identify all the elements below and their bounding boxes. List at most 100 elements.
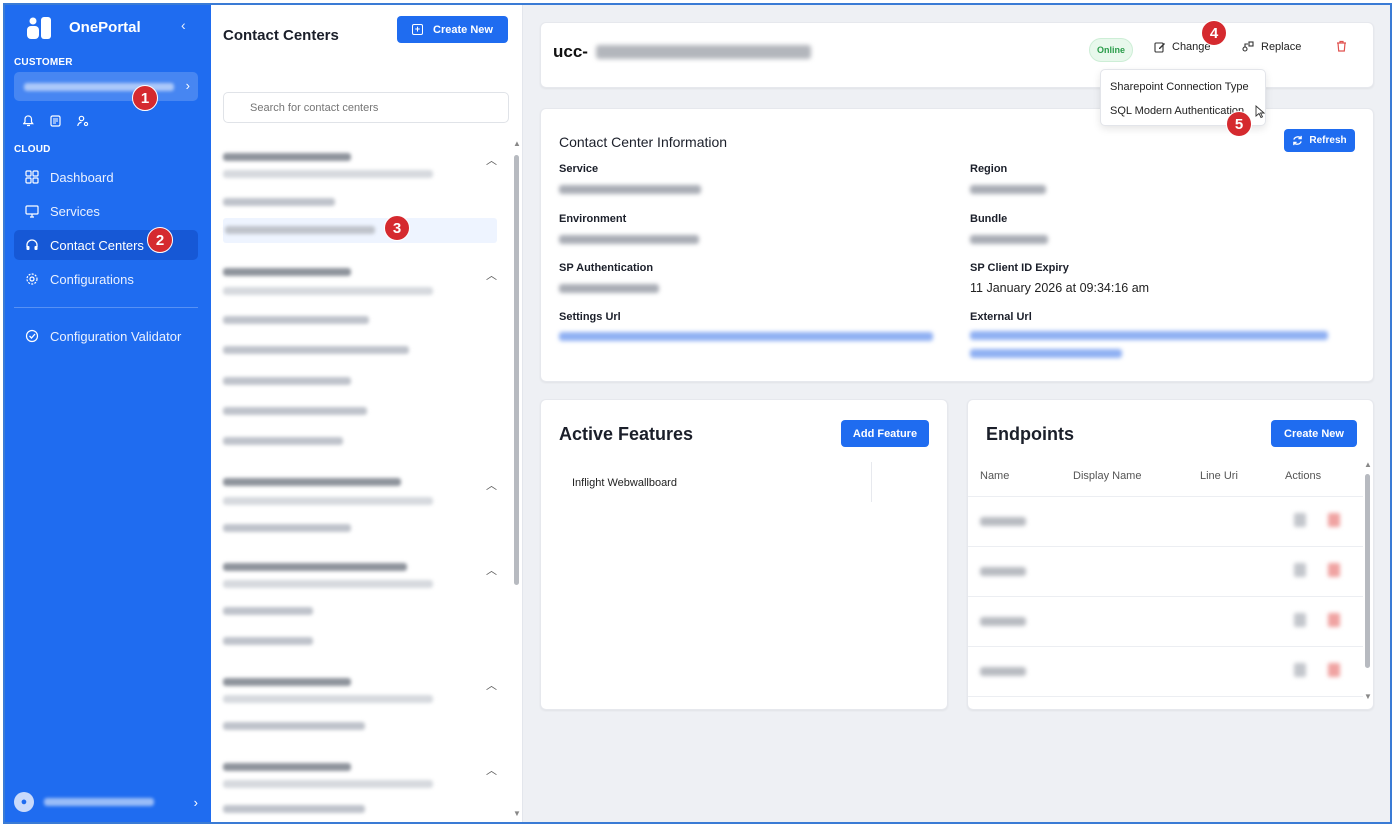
- feature-item[interactable]: Inflight Webwallboard: [572, 477, 677, 489]
- external-url-label: External Url: [970, 311, 1032, 323]
- sp-authentication-label: SP Authentication: [559, 262, 654, 274]
- region-value-redacted: [970, 185, 1046, 194]
- change-button[interactable]: Change: [1154, 41, 1211, 53]
- list-group[interactable]: ︿: [223, 560, 497, 650]
- menu-item-sharepoint-connection-type[interactable]: Sharepoint Connection Type: [1110, 81, 1249, 93]
- oneportal-logo: [27, 17, 51, 39]
- status-badge: Online: [1089, 38, 1133, 62]
- chevron-up-icon[interactable]: ︿: [486, 562, 497, 578]
- table-row[interactable]: [968, 546, 1363, 592]
- menu-item-sql-modern-authentication[interactable]: SQL Modern Authentication: [1110, 105, 1244, 117]
- list-group[interactable]: ︿: [223, 475, 497, 535]
- gear-icon: [26, 273, 38, 285]
- step-marker: 1: [132, 85, 158, 111]
- search-contact-centers-input[interactable]: [223, 92, 509, 123]
- collapse-sidebar-icon[interactable]: ‹: [181, 17, 186, 33]
- service-label: Service: [559, 163, 599, 175]
- nav-configurations[interactable]: Configurations: [14, 264, 198, 294]
- delete-endpoint-icon[interactable]: [1328, 513, 1340, 527]
- sp-authentication-value-redacted: [559, 284, 659, 293]
- app-window: OnePortal ‹ CUSTOMER › CLOUD Dashboard S…: [3, 3, 1392, 824]
- chevron-up-icon[interactable]: ︿: [486, 267, 497, 283]
- info-title: Contact Center Information: [559, 134, 728, 150]
- edit-endpoint-icon[interactable]: [1294, 513, 1306, 527]
- endpoint-name-redacted: [980, 567, 1026, 576]
- settings-url-label: Settings Url: [559, 311, 621, 323]
- active-features-card: Active Features Add Feature Inflight Web…: [540, 399, 948, 710]
- step-marker: 2: [147, 227, 173, 253]
- table-row[interactable]: [968, 646, 1363, 692]
- refresh-label: Refresh: [1309, 135, 1347, 146]
- customer-selector[interactable]: ›: [14, 72, 198, 101]
- customer-quick-actions: [23, 115, 89, 127]
- add-feature-button[interactable]: Add Feature: [841, 420, 929, 447]
- avatar: ●: [14, 792, 34, 812]
- table-row[interactable]: [968, 696, 1363, 709]
- bundle-value-redacted: [970, 235, 1048, 244]
- replace-button[interactable]: Replace: [1242, 41, 1301, 53]
- bell-icon[interactable]: [23, 115, 34, 127]
- list-group[interactable]: ︿: [223, 265, 497, 445]
- endpoint-name-redacted: [980, 667, 1026, 676]
- nav-label: Dashboard: [50, 169, 114, 185]
- region-label: Region: [970, 163, 1008, 175]
- feature-divider: [871, 462, 872, 502]
- external-url-link-continued[interactable]: [970, 349, 1122, 358]
- contact-center-name-redacted: [596, 45, 811, 59]
- trash-icon[interactable]: [1336, 40, 1347, 52]
- endpoints-scrollbar[interactable]: ▲ ▼: [1364, 460, 1372, 708]
- edit-endpoint-icon[interactable]: [1294, 563, 1306, 577]
- list-item-selected[interactable]: [223, 218, 497, 243]
- endpoints-title: Endpoints: [986, 424, 1074, 444]
- column-header-line-uri[interactable]: Line Uri: [1200, 470, 1238, 482]
- list-scrollbar[interactable]: ▲ ▼: [513, 139, 521, 818]
- nav-dashboard[interactable]: Dashboard: [14, 162, 198, 192]
- list-group[interactable]: ︿: [223, 675, 497, 735]
- create-new-endpoint-button[interactable]: Create New: [1271, 420, 1357, 447]
- contact-center-list-panel: Contact Centers + Create New ︿ ︿: [211, 5, 523, 822]
- environment-value-redacted: [559, 235, 699, 244]
- edit-endpoint-icon[interactable]: [1294, 613, 1306, 627]
- endpoint-name-redacted: [980, 517, 1026, 526]
- chevron-up-icon[interactable]: ︿: [486, 677, 497, 693]
- delete-endpoint-icon[interactable]: [1328, 563, 1340, 577]
- document-icon[interactable]: [50, 115, 61, 127]
- edit-endpoint-icon[interactable]: [1294, 663, 1306, 677]
- chevron-right-icon: ›: [185, 78, 190, 93]
- user-settings-icon[interactable]: [77, 115, 89, 127]
- chevron-up-icon[interactable]: ︿: [486, 477, 497, 493]
- chevron-up-icon[interactable]: ︿: [486, 152, 497, 168]
- plus-square-icon: +: [412, 24, 424, 35]
- cloud-section-label: CLOUD: [14, 144, 51, 155]
- create-new-contact-center-button[interactable]: + Create New: [397, 16, 508, 43]
- column-header-actions: Actions: [1285, 470, 1322, 482]
- step-marker: 3: [384, 215, 410, 241]
- contact-center-information-card: Contact Center Information Refresh Servi…: [540, 108, 1374, 382]
- table-row[interactable]: [968, 496, 1363, 542]
- chevron-right-icon: ›: [193, 794, 198, 810]
- settings-url-link[interactable]: [559, 332, 933, 341]
- monitor-icon: [25, 205, 39, 218]
- user-menu[interactable]: ● ›: [14, 790, 198, 814]
- customer-section-label: CUSTOMER: [14, 57, 73, 68]
- nav-services[interactable]: Services: [14, 196, 198, 226]
- service-value-redacted: [559, 185, 701, 194]
- chevron-up-icon[interactable]: ︿: [486, 762, 497, 778]
- nav-configuration-validator[interactable]: Configuration Validator: [14, 321, 198, 351]
- table-row[interactable]: [968, 596, 1363, 642]
- bundle-label: Bundle: [970, 213, 1008, 225]
- create-new-label: Create New: [433, 23, 493, 36]
- nav-label: Configuration Validator: [50, 328, 182, 344]
- refresh-icon: [1293, 135, 1303, 146]
- refresh-button[interactable]: Refresh: [1284, 129, 1355, 152]
- external-url-link[interactable]: [970, 331, 1328, 340]
- delete-endpoint-icon[interactable]: [1328, 613, 1340, 627]
- environment-label: Environment: [559, 213, 627, 225]
- column-header-name[interactable]: Name: [980, 470, 1009, 482]
- nav-label: Services: [50, 203, 100, 219]
- endpoints-card: Endpoints Create New Name Display Name L…: [967, 399, 1374, 710]
- list-group[interactable]: ︿: [223, 760, 497, 820]
- step-marker: 5: [1226, 111, 1252, 137]
- delete-endpoint-icon[interactable]: [1328, 663, 1340, 677]
- column-header-display-name[interactable]: Display Name: [1073, 470, 1141, 482]
